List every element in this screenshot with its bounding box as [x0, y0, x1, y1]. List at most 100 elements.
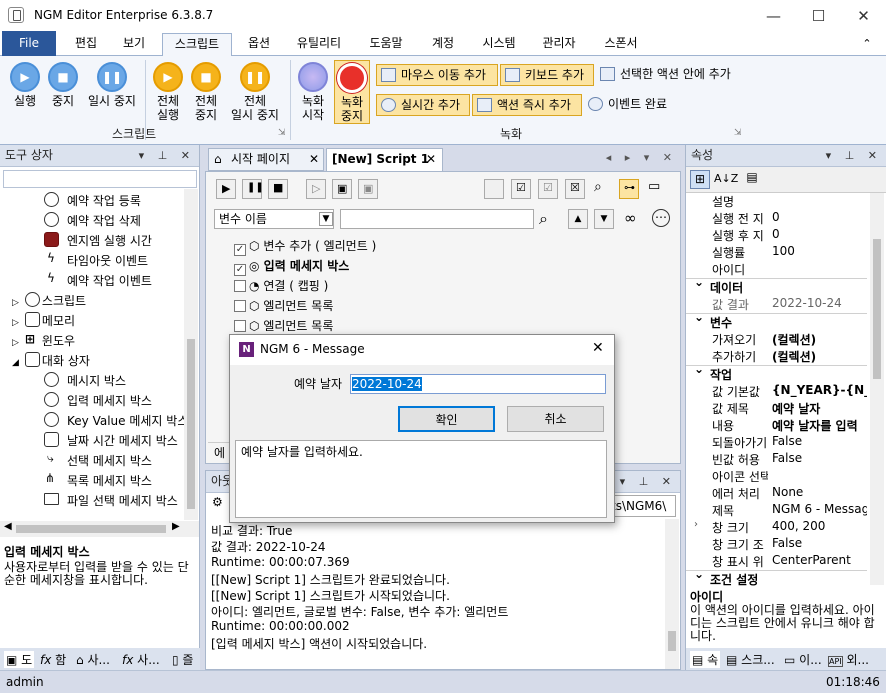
property-row[interactable]: 가져오기 (컬렉션) [686, 331, 867, 348]
property-value[interactable]: {N_YEAR}-{N_ [772, 383, 867, 397]
property-row[interactable]: 에러 처리 None [686, 485, 867, 502]
record-start-button[interactable]: 녹화 시작 [296, 62, 330, 122]
add-in-action-button[interactable]: 선택한 액션 안에 추가 [596, 64, 748, 86]
property-value[interactable]: False [772, 434, 867, 448]
checkbox[interactable] [234, 300, 246, 312]
tree-group[interactable]: ▷ 스크립트 [12, 292, 86, 309]
link-icon[interactable]: ∞ [624, 209, 637, 227]
search-icon[interactable]: ⌕ [592, 179, 612, 199]
check-icon[interactable]: ☑ [511, 179, 531, 199]
tree-item[interactable]: 날짜 시간 메세지 박스 [44, 432, 178, 449]
tab-start-page[interactable]: ⌂ 시작 페이지 ✕ [208, 148, 324, 171]
step-icon[interactable]: ▷ [306, 179, 326, 199]
property-row[interactable]: 창 크기 조 False [686, 536, 867, 553]
tree-icon[interactable]: ⊶ [619, 179, 639, 199]
pause-button[interactable]: ❚❚ 일시 중지 [84, 62, 140, 108]
expand-icon[interactable]: › [694, 519, 698, 530]
tab-user-functions[interactable]: fx 사... [122, 651, 160, 668]
property-value[interactable]: 예약 날자를 입력 [772, 417, 867, 434]
search-icon[interactable]: ⌕ [539, 209, 548, 229]
property-section-condition[interactable]: 조건 설정 [686, 567, 867, 588]
tree-item[interactable]: ⤷ 선택 메세지 박스 [44, 451, 152, 469]
property-value[interactable]: None [772, 485, 867, 499]
tree-item[interactable]: 파일 선택 메세지 박스 [44, 492, 178, 509]
tab-utility[interactable]: 유틸리티 [286, 33, 352, 56]
keyboard-add-button[interactable]: 키보드 추가 [500, 64, 594, 86]
tab-file[interactable]: File [2, 31, 56, 56]
property-value[interactable]: (컬렉션) [772, 348, 867, 365]
stop-button[interactable]: ■ 중지 [46, 62, 80, 108]
play-icon[interactable]: ▶ [216, 179, 236, 199]
property-row[interactable]: 추가하기 (컬렉션) [686, 348, 867, 365]
property-row[interactable]: 되돌아가기 False [686, 434, 867, 451]
property-value[interactable]: 0 [772, 210, 867, 224]
property-row[interactable]: 빈값 허용 False [686, 451, 867, 468]
mouse-move-add-button[interactable]: 마우스 이동 추가 [376, 64, 498, 86]
realtime-add-button[interactable]: 실시간 추가 [376, 94, 470, 116]
tab-favorites[interactable]: ▯ 즐 [172, 651, 193, 668]
ok-button[interactable]: 확인 [398, 406, 495, 432]
maximize-button[interactable]: ☐ [796, 0, 841, 31]
property-row[interactable]: 실행률 100 [686, 244, 867, 261]
action-now-add-button[interactable]: 액션 즉시 추가 [472, 94, 582, 116]
property-row[interactable]: 내용 예약 날자를 입력 [686, 417, 867, 434]
tree-item[interactable]: 엔지엠 실행 시간 [44, 232, 152, 249]
tree-item[interactable]: 메시지 박스 [44, 372, 126, 389]
script-row-selected[interactable]: ✓ ◎ 입력 메세지 박스 [234, 257, 349, 276]
toolbox-search-input[interactable] [3, 170, 197, 188]
property-row[interactable]: 아이콘 선택 [686, 468, 867, 485]
tab-scripts[interactable]: ▤ 스크... [726, 651, 775, 668]
tree-group[interactable]: ▷ 메모리 [12, 312, 75, 329]
tree-item[interactable]: Key Value 메세지 박스 [44, 412, 188, 429]
tree-group[interactable]: ◢ 대화 상자 [12, 352, 90, 369]
tab-nav-icon[interactable]: ◂ ▸ ▾ ✕ [606, 151, 677, 164]
collapse-ribbon-icon[interactable]: ⌃ [852, 33, 882, 56]
property-section-data[interactable]: 데이터 [686, 275, 867, 296]
tree-item[interactable]: 예약 작업 삭제 [44, 212, 141, 229]
script-row[interactable]: ⬡ 엘리먼트 목록 [234, 297, 333, 314]
uncheck-icon[interactable]: ☑ [538, 179, 558, 199]
property-row[interactable]: 값 기본값 {N_YEAR}-{N_ [686, 383, 867, 400]
checkbox[interactable] [234, 320, 246, 332]
tab-system[interactable]: 시스템 [470, 33, 528, 56]
close-icon[interactable]: ✕ [592, 340, 604, 356]
sort-az-icon[interactable]: A↓Z [714, 170, 738, 189]
event-done-button[interactable]: 이벤트 완료 [584, 94, 684, 116]
run-all-button[interactable]: ▶ 전체 실행 [150, 62, 186, 122]
tab-properties[interactable]: ▤ 속 [690, 651, 721, 668]
tab-new-script-1[interactable]: [New] Script 1 ✕ [326, 148, 443, 171]
property-value[interactable]: False [772, 536, 867, 550]
property-value[interactable]: False [772, 451, 867, 465]
variable-select[interactable]: 변수 이름 ▼ [214, 209, 334, 229]
property-row[interactable]: 실행 후 지 0 [686, 227, 867, 244]
step-over-icon[interactable]: ▣ [358, 179, 378, 199]
property-row[interactable]: › 창 크기 400, 200 [686, 519, 867, 536]
stop-all-button[interactable]: ■ 전체 중지 [188, 62, 224, 122]
toolbox-scrollbar[interactable] [184, 189, 198, 520]
dialog-launcher-icon[interactable]: ⇲ [734, 128, 742, 138]
property-value[interactable]: CenterParent [772, 553, 867, 567]
panel-controls-icon[interactable]: ▾ ⊥ ✕ [139, 145, 195, 166]
delete-icon[interactable]: ☒ [565, 179, 585, 199]
tab-images[interactable]: ▭ 이... [784, 651, 822, 668]
script-row[interactable]: ✓ ⬡ 변수 추가 ( 엘리먼트 ) [234, 237, 376, 256]
tree-item[interactable]: ϟ 타임아웃 이벤트 [44, 251, 148, 269]
cancel-button[interactable]: 취소 [507, 406, 604, 432]
script-row[interactable]: ⬡ 엘리먼트 목록 [234, 317, 333, 334]
pause-all-button[interactable]: ❚❚ 전체 일시 중지 [226, 62, 284, 122]
property-value[interactable]: 2022-10-24 [772, 296, 867, 310]
tree-item[interactable]: 예약 작업 등록 [44, 192, 141, 209]
property-row[interactable]: 창 표시 위 CenterParent [686, 553, 867, 570]
tree-item[interactable]: ϟ 예약 작업 이벤트 [44, 271, 152, 289]
property-row[interactable]: 아이디 [686, 261, 867, 278]
dialog-launcher-icon[interactable]: ⇲ [278, 128, 286, 138]
down-icon[interactable]: ▼ [594, 209, 614, 229]
tab-external[interactable]: API 외... [828, 651, 869, 668]
run-button[interactable]: ▶ 실행 [8, 62, 42, 108]
chart-icon[interactable] [484, 179, 504, 199]
property-value[interactable]: 예약 날자 [772, 400, 867, 417]
tab-toolbox[interactable]: ▣ 도 [4, 651, 35, 668]
script-row[interactable]: ◔ 연결 ( 캡핑 ) [234, 277, 328, 294]
up-icon[interactable]: ▲ [568, 209, 588, 229]
monitor-icon[interactable]: ▭ [646, 179, 666, 199]
